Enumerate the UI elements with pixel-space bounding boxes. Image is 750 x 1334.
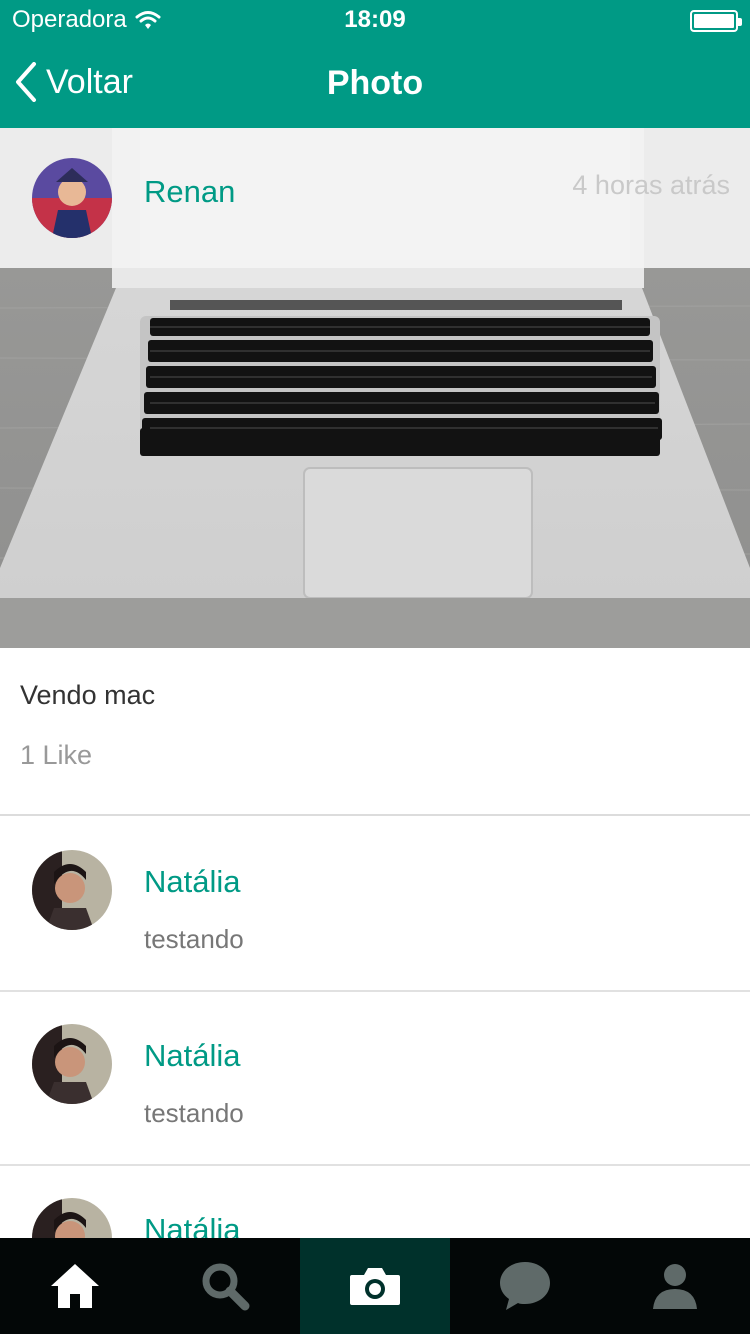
comment-item: Natália testando <box>0 1166 750 1238</box>
comment-text: testando <box>144 1098 244 1128</box>
commenter-name[interactable]: Natália <box>144 1212 241 1238</box>
search-icon <box>202 1263 250 1311</box>
battery-icon <box>690 10 742 32</box>
comment-text: testando <box>144 924 244 954</box>
navigation-bar: Voltar Photo <box>0 40 750 128</box>
post-caption: Vendo mac <box>20 680 156 710</box>
comments-list: Natália testando Natália testando Natáli… <box>0 818 750 1238</box>
chat-bubble-icon <box>500 1262 550 1310</box>
post-details: Vendo mac 1 Like <box>0 648 750 816</box>
likes-count[interactable]: 1 Like <box>20 740 92 771</box>
comment-item: Natália testando <box>0 992 750 1166</box>
home-icon <box>51 1264 99 1308</box>
page-title: Photo <box>326 64 424 102</box>
tab-camera[interactable] <box>300 1238 450 1334</box>
tab-search[interactable] <box>150 1238 300 1334</box>
commenter-name[interactable]: Natália <box>144 1038 241 1074</box>
avatar-image <box>32 1198 112 1238</box>
post-time: 4 horas atrás <box>572 170 730 200</box>
author-name[interactable]: Renan <box>144 174 235 210</box>
commenter-avatar[interactable] <box>32 1024 112 1104</box>
post-header: Renan 4 horas atrás <box>0 128 750 268</box>
tab-profile[interactable] <box>600 1238 750 1334</box>
commenter-avatar[interactable] <box>32 1198 112 1238</box>
status-time: 18:09 <box>344 6 406 33</box>
status-bar: Operadora 18:09 <box>0 0 750 40</box>
profile-icon <box>653 1264 697 1309</box>
avatar-image <box>32 1024 112 1104</box>
avatar-image <box>32 850 112 930</box>
header: Operadora 18:09 Voltar Photo <box>0 0 750 128</box>
commenter-name[interactable]: Natália <box>144 864 241 900</box>
tab-home[interactable] <box>0 1238 150 1334</box>
camera-icon <box>350 1268 400 1305</box>
post-photo[interactable]: Renan 4 horas atrás <box>0 128 750 648</box>
commenter-avatar[interactable] <box>32 850 112 930</box>
tab-messages[interactable] <box>450 1238 600 1334</box>
tab-bar <box>0 1238 750 1334</box>
author-avatar[interactable] <box>32 158 112 238</box>
avatar-image <box>32 158 112 238</box>
comment-item: Natália testando <box>0 818 750 992</box>
